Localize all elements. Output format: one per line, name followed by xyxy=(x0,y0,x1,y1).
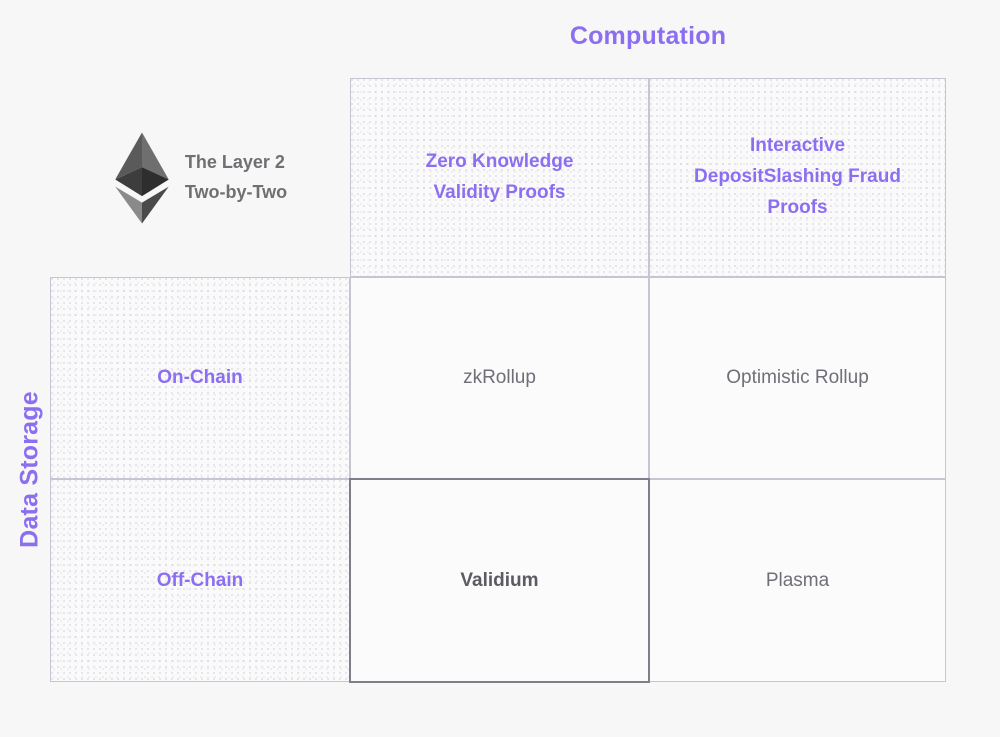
brand-title-line-2: Two-by-Two xyxy=(184,181,288,202)
brand-title-text: The Layer 2 Two-by-Two xyxy=(185,148,287,207)
layer2-matrix: The Layer 2 Two-by-Two Zero Knowledge Va… xyxy=(50,78,946,683)
column-header-fraud-proofs-text: Interactive DepositSlashing Fraud Proofs xyxy=(680,131,915,223)
matrix-cell-validium-label: Validium xyxy=(460,569,539,591)
matrix-cell-plasma-label: Plasma xyxy=(765,569,830,591)
row-header-off-chain[interactable]: Off-Chain xyxy=(50,479,350,682)
matrix-cell-validium[interactable]: Validium xyxy=(349,478,650,683)
matrix-cell-zkrollup-label: zkRollup xyxy=(463,367,536,388)
ethereum-logo-icon xyxy=(113,131,171,225)
column-header-fraud-proofs[interactable]: Interactive DepositSlashing Fraud Proofs xyxy=(649,78,946,277)
row-header-on-chain[interactable]: On-Chain xyxy=(50,277,350,479)
column-header-zk-line-1: Zero Knowledge xyxy=(425,150,574,172)
column-header-zero-knowledge-text: Zero Knowledge Validity Proofs xyxy=(412,147,588,209)
row-header-off-chain-label: Off-Chain xyxy=(156,569,244,591)
column-header-zk-line-2: Validity Proofs xyxy=(433,181,566,203)
matrix-cell-optimistic-rollup[interactable]: Optimistic Rollup xyxy=(649,277,946,479)
matrix-cell-zkrollup[interactable]: zkRollup xyxy=(350,277,649,479)
column-header-zero-knowledge[interactable]: Zero Knowledge Validity Proofs xyxy=(350,78,649,277)
matrix-cell-optimistic-rollup-label: Optimistic Rollup xyxy=(726,367,869,388)
matrix-cell-plasma[interactable]: Plasma xyxy=(649,479,946,682)
column-header-fraud-line-3: Proofs xyxy=(767,196,828,218)
brand-title-line-1: The Layer 2 xyxy=(184,151,285,172)
row-header-on-chain-label: On-Chain xyxy=(157,367,243,388)
column-header-fraud-line-1: Interactive xyxy=(749,135,846,157)
data-storage-axis-label: Data Storage xyxy=(15,391,44,548)
computation-axis-label: Computation xyxy=(569,22,727,50)
column-header-fraud-line-2: DepositSlashing Fraud xyxy=(694,166,901,188)
brand-title-block: The Layer 2 Two-by-Two xyxy=(50,78,350,277)
